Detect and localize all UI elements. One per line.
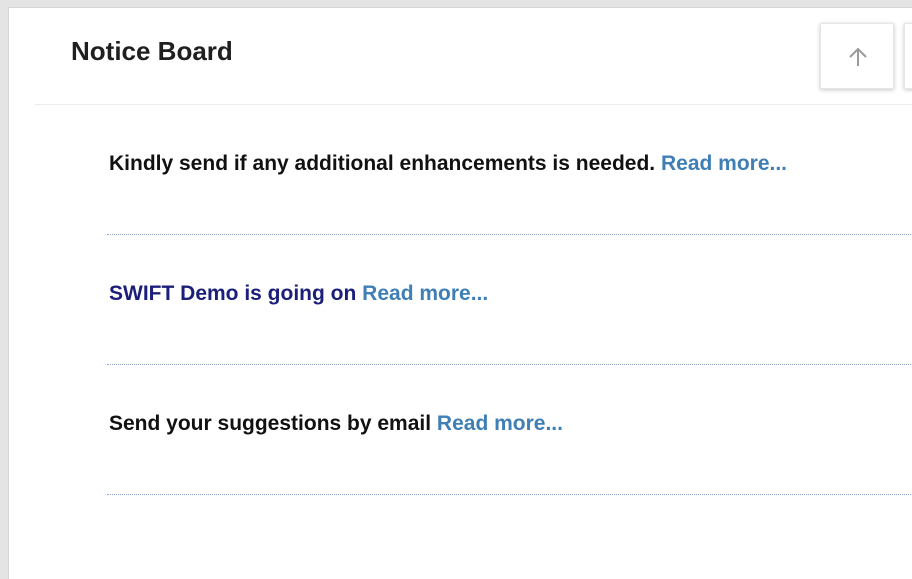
- read-more-link[interactable]: Read more...: [362, 282, 488, 305]
- panel-title: Notice Board: [71, 36, 233, 66]
- notice-message: Send your suggestions by email: [109, 412, 432, 435]
- panel-header: Notice Board: [35, 8, 912, 105]
- notice-board-panel: Notice Board Kindly send if any addition…: [8, 7, 912, 579]
- notice-list: Kindly send if any additional enhancemen…: [107, 105, 912, 495]
- next-button[interactable]: [904, 23, 912, 89]
- notice-text: SWIFT Demo is going on Read more...: [109, 282, 488, 306]
- notice-item: Send your suggestions by email Read more…: [107, 365, 912, 495]
- read-more-link[interactable]: Read more...: [437, 412, 563, 435]
- arrow-up-icon: [849, 47, 867, 66]
- notice-item: SWIFT Demo is going on Read more...: [107, 235, 912, 365]
- notice-message: Kindly send if any additional enhancemen…: [109, 152, 656, 175]
- notice-text: Kindly send if any additional enhancemen…: [109, 152, 787, 176]
- notice-message: SWIFT Demo is going on: [109, 282, 357, 305]
- scroll-up-button[interactable]: [820, 23, 894, 89]
- read-more-link[interactable]: Read more...: [661, 152, 787, 175]
- notice-text: Send your suggestions by email Read more…: [109, 412, 563, 436]
- notice-item: Kindly send if any additional enhancemen…: [107, 105, 912, 235]
